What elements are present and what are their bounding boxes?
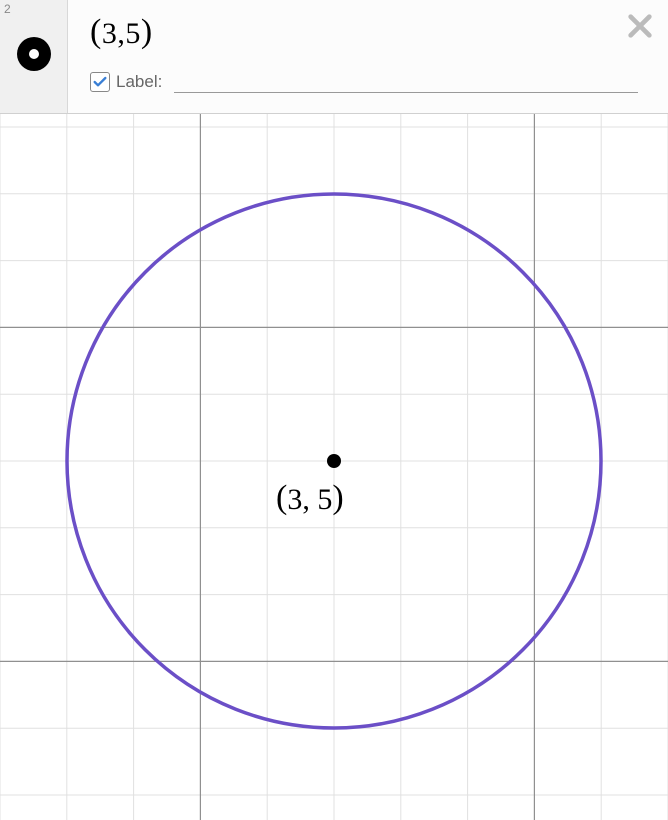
label-input[interactable]	[174, 70, 638, 93]
label-option-row: Label:	[90, 70, 648, 93]
graph-area[interactable]: (3, 5)	[0, 114, 668, 820]
point-label[interactable]: (3, 5)	[276, 480, 344, 518]
expression-input[interactable]: (3,5)	[90, 14, 648, 52]
paren-close: )	[141, 13, 153, 50]
close-button[interactable]	[624, 10, 656, 47]
label-y: 5	[317, 483, 332, 516]
label-checkbox[interactable]	[90, 72, 110, 92]
label-x: 3	[287, 483, 302, 516]
point-style-icon[interactable]	[17, 37, 51, 71]
plotted-point[interactable]	[327, 454, 341, 468]
label-paren-close: )	[332, 479, 343, 516]
row-number: 2	[4, 2, 11, 16]
point-style-inner	[29, 49, 39, 59]
label-caption: Label:	[116, 72, 162, 92]
expression-y: 5	[125, 17, 141, 50]
close-icon	[624, 10, 656, 42]
expression-row-handle[interactable]: 2	[0, 0, 68, 113]
expression-content: (3,5) Label:	[68, 0, 668, 113]
graph-svg	[0, 114, 668, 820]
checkmark-icon	[92, 74, 108, 90]
expression-x: 3	[102, 17, 118, 50]
label-paren-open: (	[276, 479, 287, 516]
label-comma: ,	[302, 483, 317, 516]
paren-open: (	[90, 13, 102, 50]
expression-editor-panel: 2 (3,5) Label:	[0, 0, 668, 114]
